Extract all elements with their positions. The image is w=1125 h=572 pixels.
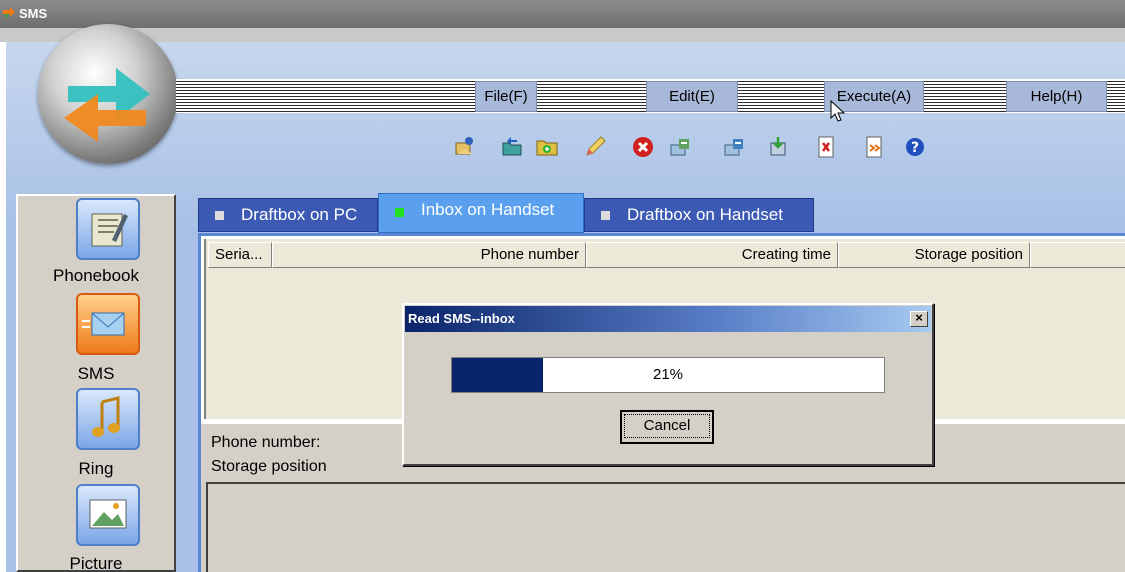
- receive-icon[interactable]: [722, 134, 748, 160]
- read-sms-dialog: Read SMS--inbox × 21% Cancel: [402, 303, 934, 466]
- add-folder-icon[interactable]: [534, 134, 560, 160]
- column-header-serial[interactable]: Seria...: [208, 242, 272, 268]
- sidebar-item-label: Phonebook: [52, 266, 140, 285]
- sync-arrows-icon: [64, 68, 150, 142]
- detail-storage-label: Storage position: [211, 458, 327, 475]
- mouse-cursor-icon: [830, 100, 846, 122]
- sidebar-item-phonebook[interactable]: [76, 198, 140, 260]
- menu-file[interactable]: File(F): [475, 81, 537, 112]
- column-header-time[interactable]: Creating time: [586, 242, 838, 268]
- tab-marker: [215, 211, 224, 220]
- sidebar: Phonebook SMS Ring Picture: [16, 194, 176, 572]
- delete-icon[interactable]: [630, 134, 656, 160]
- sidebar-item-label: Picture: [69, 554, 123, 572]
- tab-draftbox-pc[interactable]: Draftbox on PC: [198, 198, 378, 232]
- tab-draftbox-handset[interactable]: Draftbox on Handset: [584, 198, 814, 232]
- export-icon[interactable]: [814, 134, 840, 160]
- import-icon[interactable]: [766, 134, 792, 160]
- send-icon[interactable]: [668, 134, 694, 160]
- column-header-empty: [1030, 242, 1125, 268]
- tab-marker-active: [395, 208, 404, 217]
- forward-icon[interactable]: [862, 134, 888, 160]
- column-header-phone[interactable]: Phone number: [272, 242, 586, 268]
- sidebar-item-picture[interactable]: [76, 484, 140, 546]
- sidebar-item-label: Ring: [78, 459, 114, 478]
- picture-icon: [89, 499, 127, 529]
- tab-inbox-handset[interactable]: Inbox on Handset: [378, 193, 584, 233]
- progress-bar: 21%: [451, 357, 885, 393]
- app-icon: [3, 7, 15, 18]
- phonebook-icon: [91, 213, 128, 247]
- music-note-icon: [92, 396, 120, 437]
- message-body[interactable]: [206, 482, 1125, 572]
- svg-text:?: ?: [911, 140, 919, 156]
- edit-icon[interactable]: [582, 134, 608, 160]
- progress-text: 21%: [652, 366, 684, 383]
- help-icon[interactable]: ?: [902, 134, 928, 160]
- sms-icon: [82, 312, 125, 336]
- new-message-icon[interactable]: [452, 134, 478, 160]
- menu-edit[interactable]: Edit(E): [646, 81, 738, 112]
- menu-help[interactable]: Help(H): [1006, 81, 1107, 112]
- cancel-button[interactable]: Cancel: [620, 410, 714, 444]
- dialog-title: Read SMS--inbox: [405, 306, 931, 332]
- column-header-storage[interactable]: Storage position: [838, 242, 1030, 268]
- sidebar-item-ring[interactable]: [76, 388, 140, 450]
- window-title: SMS: [19, 6, 48, 21]
- open-folder-icon[interactable]: [500, 134, 526, 160]
- sidebar-item-sms[interactable]: [76, 293, 140, 355]
- detail-phone-label: Phone number:: [211, 434, 321, 451]
- app-logo: [38, 24, 178, 164]
- tab-marker: [601, 211, 610, 220]
- close-icon[interactable]: ×: [910, 311, 928, 327]
- sidebar-item-label: SMS: [77, 364, 115, 383]
